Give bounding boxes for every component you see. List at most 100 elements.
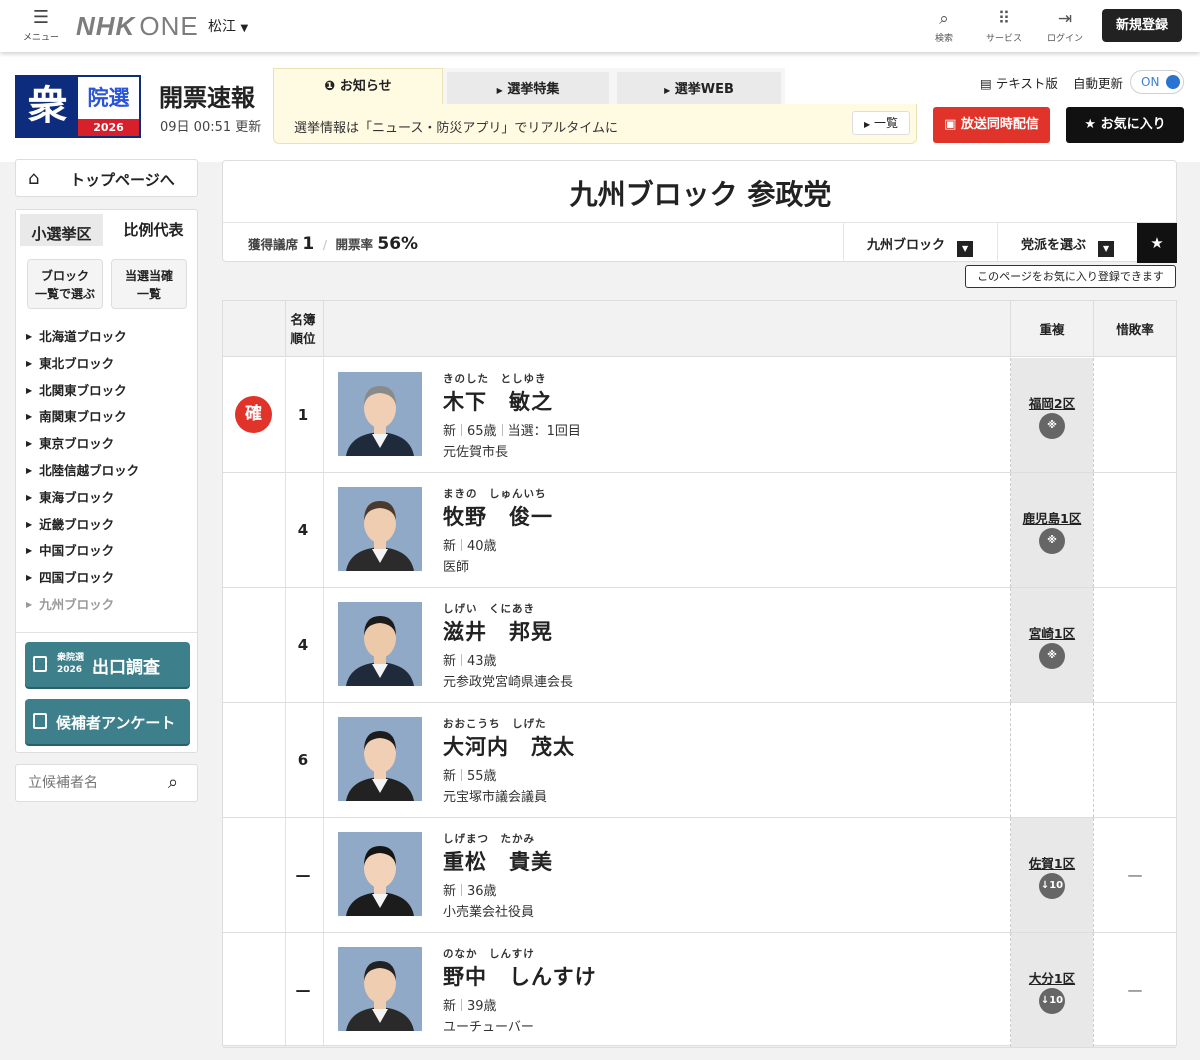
tab-election-web[interactable]: ▶ 選挙WEB [613,68,785,104]
add-favorite-button[interactable]: ★ [1137,223,1177,263]
table-row[interactable]: 6 おおこうち しげた 大河内 茂太新 55歳 元宝塚市議会議員 [223,703,1176,818]
region-selector[interactable]: 松江 ▼ [208,16,248,36]
block-item-tohoku[interactable]: ▶ 東北ブロック [26,355,139,382]
candidate-name[interactable]: 大河内 茂太 [443,731,575,761]
election-badge[interactable]: 衆 院選 2026 [15,75,141,138]
block-list-button[interactable]: ブロック 一覧で選ぶ [27,259,103,309]
tab-proportional[interactable]: 比例代表 [108,210,199,250]
candidate-photo [338,832,422,916]
tab-notice[interactable]: ❶ お知らせ [273,68,443,104]
tab-election-feature[interactable]: ▶ 選挙特集 [443,68,613,104]
favorite-tooltip: このページをお気に入り登録できます [965,265,1176,288]
candidate-career: 医師 [443,560,470,575]
candidate-name[interactable]: 滋井 邦晃 [443,616,553,646]
candidate-career: 元参政党宮崎県連会長 [443,675,574,690]
block-item-kinki[interactable]: ▶ 近畿ブロック [26,516,139,543]
party-dropdown[interactable]: 党派を選ぶ ▼ [1021,234,1115,257]
loss-rate: — [1127,981,1143,999]
menu-button[interactable]: ☰ メニュー [18,7,64,44]
favorite-button[interactable]: ★ お気に入り [1066,107,1184,143]
candidate-kana: きのした としゆき [443,373,547,385]
candidate-search-input[interactable] [28,773,158,793]
duplicate-district-link[interactable]: 佐賀1区 [1011,853,1093,872]
block-item-hokkaido[interactable]: ▶ 北海道ブロック [26,328,139,355]
block-dropdown[interactable]: 九州ブロック ▼ [867,234,974,257]
table-row[interactable]: 確 1 きのした としゆき 木下 敏之新 65歳 当選：1回目 元佐賀市長 福岡2区 ※ [223,358,1176,473]
table-row[interactable]: — のなか しんすけ 野中 しんすけ新 39歳 ユーチューバー 大分1区 ↓10 — [223,933,1176,1048]
services-button[interactable]: ⠿ サービス [981,10,1027,44]
list-rank: 6 [297,751,309,769]
search-button[interactable]: ⌕ 検索 [921,10,967,44]
block-item-tokai[interactable]: ▶ 東海ブロック [26,489,139,516]
text-version-link[interactable]: ▤ テキスト版 [980,73,1058,92]
notice-list-button[interactable]: ▶ 一覧 [852,111,910,135]
col-loss-rate-header: 惜敗率 [1116,322,1154,337]
candidate-photo [338,372,422,456]
auto-update-toggle[interactable]: ON [1130,70,1184,94]
top-nav-bar: ☰ メニュー NHK ONE 松江 ▼ ⌕ 検索 ⠿ サービス ⇥ ログイン 新… [0,0,1200,52]
candidate-name[interactable]: 木下 敏之 [443,386,553,416]
block-item-hokurikushinetsu[interactable]: ▶ 北陸信越ブロック [26,462,139,489]
updated-time: 09日 00:51 更新 [160,120,262,135]
candidate-name[interactable]: 重松 貴美 [443,846,553,876]
duplicate-district-link[interactable]: 福岡2区 [1011,393,1093,412]
list-rank: — [295,981,311,999]
nhk-one-logo[interactable]: NHK ONE [76,10,199,42]
notice-body: 選挙情報は「ニュース・防災アプリ」でリアルタイムに ▶ 一覧 [273,104,917,144]
hamburger-icon: ☰ [32,7,50,28]
candidate-photo [338,947,422,1031]
star-icon: ★ [1084,117,1097,132]
candidate-name[interactable]: 野中 しんすけ [443,961,597,991]
candidate-kana: しげい くにあき [443,603,535,615]
table-row[interactable]: 4 しげい くにあき 滋井 邦晃新 43歳 元参政党宮崎県連会長 宮崎1区 ※ [223,588,1176,703]
list-rank: — [295,866,311,884]
block-item-kitakanto[interactable]: ▶ 北関東ブロック [26,382,139,409]
block-item-shikoku[interactable]: ▶ 四国ブロック [26,569,139,596]
caret-down-icon: ▼ [957,241,974,257]
candidate-info: 新 39歳 [443,999,497,1014]
notice-message[interactable]: 選挙情報は「ニュース・防災アプリ」でリアルタイムに [294,117,618,136]
list-rank: 4 [297,521,309,539]
candidate-kana: のなか しんすけ [443,948,535,960]
col-rank-header: 名簿 順位 [290,312,316,346]
table-row[interactable]: — しげまつ たかみ 重松 貴美新 36歳 小売業会社役員 佐賀1区 ↓10 — [223,818,1176,933]
text-doc-icon: ▤ [980,76,992,91]
divider [16,632,197,633]
search-icon[interactable]: ⌕ [168,772,178,793]
loss-rate: — [1127,866,1143,884]
signup-button[interactable]: 新規登録 [1102,9,1182,42]
duplicate-mark: ※ [1039,413,1065,439]
caret-down-icon: ▼ [240,23,249,34]
survey-icon [33,713,47,729]
table-header: 名簿 順位 重複 惜敗率 [223,301,1176,357]
tab-single-district[interactable]: 小選挙区 [16,210,107,250]
play-icon: ▶ [864,120,871,129]
duplicate-cell: 佐賀1区 ↓10 [1011,818,1093,932]
poll-icon [33,656,47,672]
simulcast-button[interactable]: ▣ 放送同時配信 [933,107,1050,143]
elected-list-button[interactable]: 当選当確 一覧 [111,259,187,309]
summary-bar: 獲得議席 1 / 開票率 56% 九州ブロック ▼ 党派を選ぶ ▼ ★ [223,222,1177,263]
duplicate-district-link[interactable]: 大分1区 [1011,968,1093,987]
exit-poll-button[interactable]: 衆院選 2026 出口調査 [25,642,190,687]
duplicate-district-link[interactable]: 鹿児島1区 [1011,508,1093,527]
table-row[interactable]: 4 まきの しゅんいち 牧野 俊一新 40歳 医師 鹿児島1区 ※ [223,473,1176,588]
login-button[interactable]: ⇥ ログイン [1042,10,1088,44]
top-page-button[interactable]: ⌂ トップページへ [15,159,198,197]
candidate-survey-button[interactable]: 候補者アンケート [25,699,190,744]
triangle-right-icon: ▶ [26,385,33,395]
tv-icon: ▣ [944,117,957,132]
candidate-name[interactable]: 牧野 俊一 [443,501,553,531]
duplicate-district-link[interactable]: 宮崎1区 [1011,623,1093,642]
block-item-chugoku[interactable]: ▶ 中国ブロック [26,542,139,569]
page-heading: 開票速報 [159,84,255,112]
play-icon: ▶ [664,86,671,95]
candidate-search: ⌕ [15,764,198,802]
block-item-minamikanto[interactable]: ▶ 南関東ブロック [26,408,139,435]
toggle-knob [1166,75,1180,89]
block-item-tokyo[interactable]: ▶ 東京ブロック [26,435,139,462]
block-item-kyushu: ▶ 九州ブロック [26,596,115,612]
duplicate-cell: 大分1区 ↓10 [1011,933,1093,1047]
duplicate-cell: 宮崎1区 ※ [1011,588,1093,702]
page-title: 九州ブロック 参政党 [569,178,832,211]
